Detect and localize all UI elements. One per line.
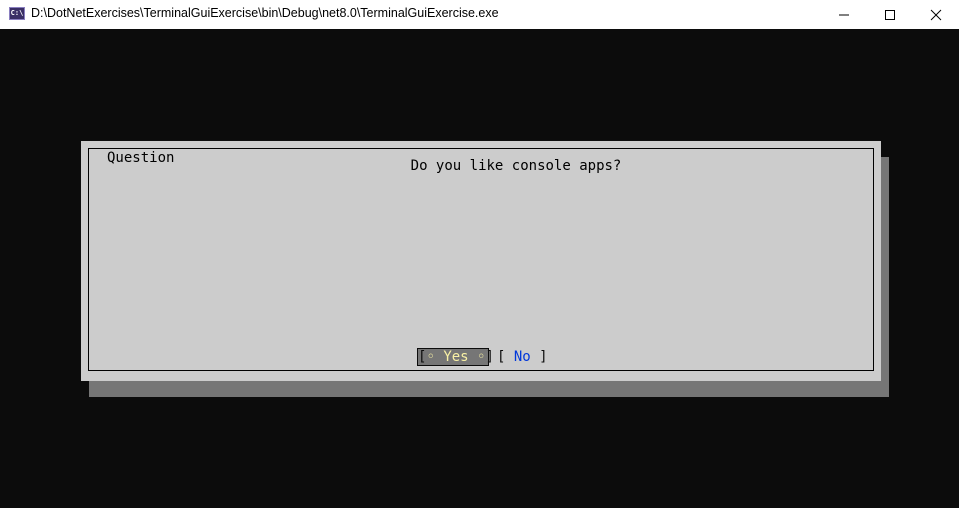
minimize-button[interactable] (821, 0, 867, 29)
close-button[interactable] (913, 0, 959, 29)
yes-button-left-marker: ◦ (426, 349, 435, 365)
minimize-icon (839, 14, 849, 16)
title-bar[interactable]: C:\ D:\DotNetExercises\TerminalGuiExerci… (0, 0, 959, 29)
yes-button[interactable]: [◦ Yes ◦] (417, 348, 494, 366)
yes-button-close-bracket: ] (485, 349, 494, 365)
no-button[interactable]: [ No ] (497, 348, 548, 366)
maximize-icon (885, 10, 895, 20)
dialog-frame: Question (88, 148, 874, 371)
yes-button-label: Yes (443, 349, 469, 365)
maximize-button[interactable] (867, 0, 913, 29)
question-dialog: Question Do you like console apps? [◦ Ye… (81, 141, 881, 381)
close-icon (930, 9, 942, 21)
app-icon[interactable]: C:\ (9, 7, 25, 20)
window-title: D:\DotNetExercises\TerminalGuiExercise\b… (31, 6, 499, 20)
no-button-label: No (513, 349, 531, 365)
no-button-close-bracket: ] (530, 349, 548, 365)
no-button-open-bracket: [ (497, 349, 514, 365)
dialog-message: Do you like console apps? (410, 158, 622, 174)
